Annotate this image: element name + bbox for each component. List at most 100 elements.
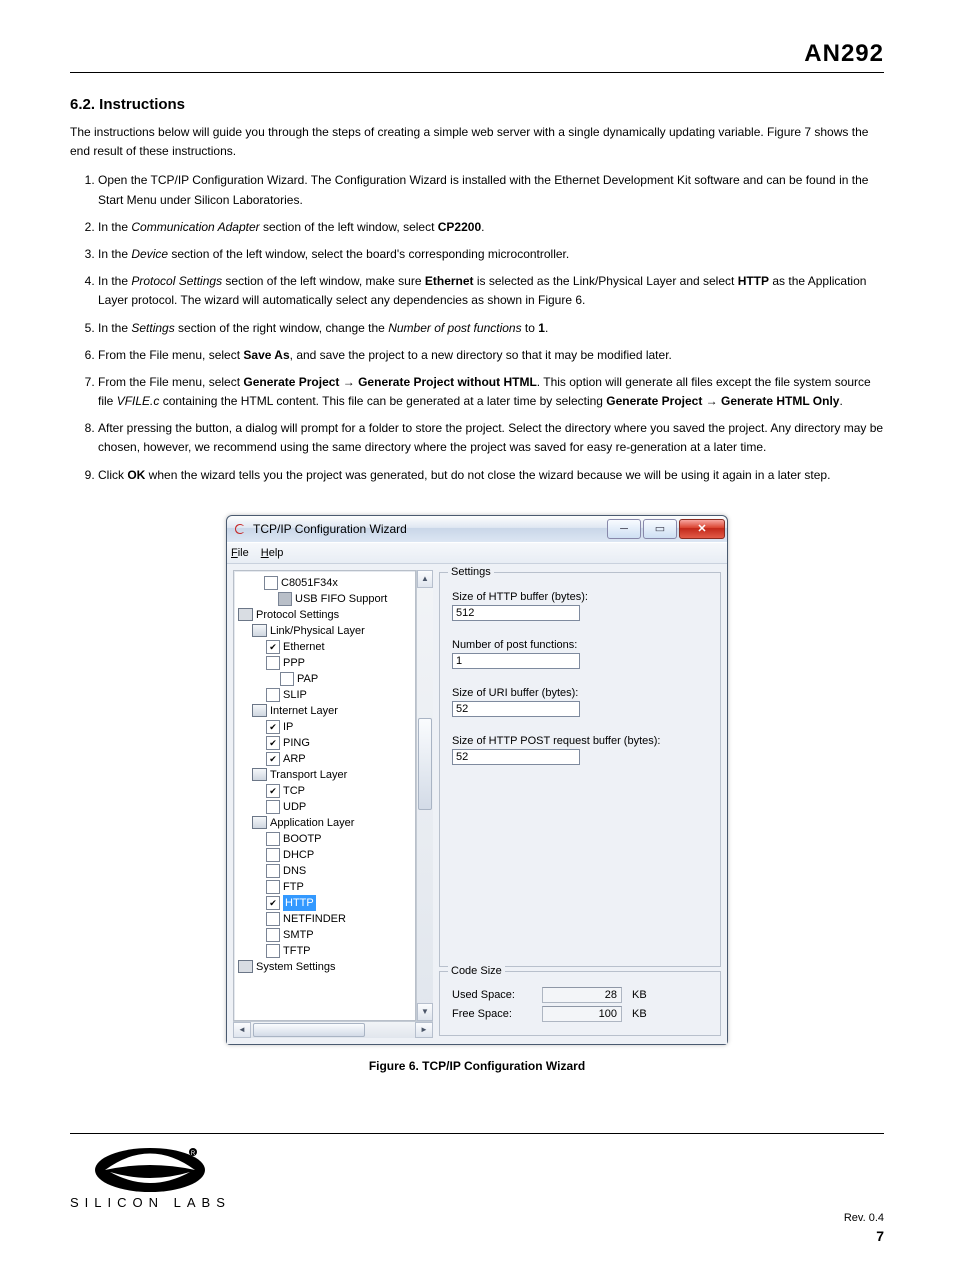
tree-item-link-layer[interactable]: Link/Physical Layer	[270, 623, 365, 639]
step-9: Click OK when the wizard tells you the p…	[98, 466, 884, 485]
minimize-button[interactable]: ─	[607, 519, 641, 539]
settings-group: Settings Size of HTTP buffer (bytes): Nu…	[439, 572, 721, 967]
tree-item-http[interactable]: HTTP	[283, 895, 316, 911]
footer-logo: R SILICON LABS	[70, 1142, 231, 1210]
checkbox[interactable]	[266, 880, 280, 894]
scroll-left-button[interactable]: ◄	[233, 1022, 251, 1038]
layer-icon	[252, 624, 267, 637]
menu-help[interactable]: Help	[261, 547, 284, 559]
tree-item-arp[interactable]: ARP	[283, 751, 306, 767]
scroll-thumb[interactable]	[253, 1023, 365, 1037]
free-space-label: Free Space:	[452, 1008, 532, 1020]
checkbox[interactable]	[280, 672, 294, 686]
checkbox[interactable]	[266, 896, 280, 910]
scroll-up-button[interactable]: ▲	[417, 570, 433, 588]
checkbox[interactable]	[266, 688, 280, 702]
tree-item-dns[interactable]: DNS	[283, 863, 306, 879]
section-heading: 6.2. Instructions	[70, 93, 884, 117]
maximize-button[interactable]: ▭	[643, 519, 677, 539]
svg-text:R: R	[191, 1151, 196, 1157]
checkbox[interactable]	[266, 944, 280, 958]
tree-item-slip[interactable]: SLIP	[283, 687, 307, 703]
scroll-right-button[interactable]: ►	[415, 1022, 433, 1038]
free-space-value: 100	[542, 1006, 622, 1022]
tree-item-udp[interactable]: UDP	[283, 799, 306, 815]
checkbox[interactable]	[266, 912, 280, 926]
post-functions-label: Number of post functions:	[452, 639, 710, 651]
checkbox[interactable]	[266, 800, 280, 814]
list-icon	[238, 608, 253, 621]
used-space-value: 28	[542, 987, 622, 1003]
tree-item-ethernet[interactable]: Ethernet	[283, 639, 325, 655]
http-buffer-input[interactable]	[452, 605, 580, 621]
close-button[interactable]: ✕	[679, 519, 725, 539]
scroll-track[interactable]	[251, 1022, 415, 1038]
checkbox[interactable]	[278, 592, 292, 606]
free-space-unit: KB	[632, 1008, 647, 1020]
scroll-down-button[interactable]: ▼	[417, 1003, 433, 1021]
step-3: In the Device section of the left window…	[98, 245, 884, 264]
checkbox[interactable]	[266, 640, 280, 654]
checkbox[interactable]	[266, 752, 280, 766]
tree-item-system-settings[interactable]: System Settings	[256, 959, 335, 975]
http-buffer-label: Size of HTTP buffer (bytes):	[452, 591, 710, 603]
revision-text: Rev. 0.4	[844, 1212, 884, 1224]
menubar: File Help	[227, 542, 727, 564]
checkbox[interactable]	[266, 832, 280, 846]
checkbox[interactable]	[264, 576, 278, 590]
tree-item-internet-layer[interactable]: Internet Layer	[270, 703, 338, 719]
checkbox[interactable]	[266, 848, 280, 862]
checkbox[interactable]	[266, 928, 280, 942]
settings-group-label: Settings	[448, 566, 494, 578]
tree-item-smtp[interactable]: SMTP	[283, 927, 314, 943]
post-request-buffer-input[interactable]	[452, 749, 580, 765]
tree-item-ping[interactable]: PING	[283, 735, 310, 751]
vertical-scrollbar[interactable]: ▲ ▼	[416, 570, 433, 1021]
intro-text: The instructions below will guide you th…	[70, 123, 884, 161]
post-request-buffer-label: Size of HTTP POST request buffer (bytes)…	[452, 735, 710, 747]
post-functions-input[interactable]	[452, 653, 580, 669]
code-size-group: Code Size Used Space: 28 KB Free Space: …	[439, 971, 721, 1036]
tree-item-ftp[interactable]: FTP	[283, 879, 304, 895]
code-size-group-label: Code Size	[448, 965, 505, 977]
tree-item-tcp[interactable]: TCP	[283, 783, 305, 799]
tree-item-transport-layer[interactable]: Transport Layer	[270, 767, 347, 783]
config-wizard-window: TCP/IP Configuration Wizard ─ ▭ ✕ File H…	[226, 515, 728, 1045]
tree-item-bootp[interactable]: BOOTP	[283, 831, 322, 847]
step-8: After pressing the button, a dialog will…	[98, 419, 884, 457]
doc-id: AN292	[70, 40, 884, 68]
logo-text: SILICON LABS	[70, 1195, 231, 1210]
step-1: Open the TCP/IP Configuration Wizard. Th…	[98, 171, 884, 209]
tree-item-protocol-settings[interactable]: Protocol Settings	[256, 607, 339, 623]
checkbox[interactable]	[266, 784, 280, 798]
tree-item-usb-fifo[interactable]: USB FIFO Support	[295, 591, 387, 607]
checkbox[interactable]	[266, 736, 280, 750]
checkbox[interactable]	[266, 720, 280, 734]
tree-item-netfinder[interactable]: NETFINDER	[283, 911, 346, 927]
checkbox[interactable]	[266, 656, 280, 670]
tree-item-application-layer[interactable]: Application Layer	[270, 815, 354, 831]
step-list: Open the TCP/IP Configuration Wizard. Th…	[70, 171, 884, 484]
menu-file[interactable]: File	[231, 547, 249, 559]
header-rule	[70, 72, 884, 73]
titlebar[interactable]: TCP/IP Configuration Wizard ─ ▭ ✕	[227, 516, 727, 542]
tree-item-ppp[interactable]: PPP	[283, 655, 305, 671]
step-5: In the Settings section of the right win…	[98, 319, 884, 338]
window-title: TCP/IP Configuration Wizard	[253, 522, 605, 536]
checkbox[interactable]	[266, 864, 280, 878]
scroll-track[interactable]	[417, 588, 433, 1003]
uri-buffer-input[interactable]	[452, 701, 580, 717]
horizontal-scrollbar[interactable]: ◄ ►	[233, 1021, 433, 1038]
used-space-label: Used Space:	[452, 989, 532, 1001]
tree-item-ip[interactable]: IP	[283, 719, 293, 735]
step-4: In the Protocol Settings section of the …	[98, 272, 884, 310]
tree-item-pap[interactable]: PAP	[297, 671, 318, 687]
tree-view[interactable]: C8051F34x USB FIFO Support Protocol Sett…	[233, 570, 416, 1021]
scroll-thumb[interactable]	[418, 718, 432, 810]
list-icon	[238, 960, 253, 973]
tree-item-tftp[interactable]: TFTP	[283, 943, 311, 959]
step-2: In the Communication Adapter section of …	[98, 218, 884, 237]
layer-icon	[252, 704, 267, 717]
tree-item-c8051f34x[interactable]: C8051F34x	[281, 575, 338, 591]
tree-item-dhcp[interactable]: DHCP	[283, 847, 314, 863]
